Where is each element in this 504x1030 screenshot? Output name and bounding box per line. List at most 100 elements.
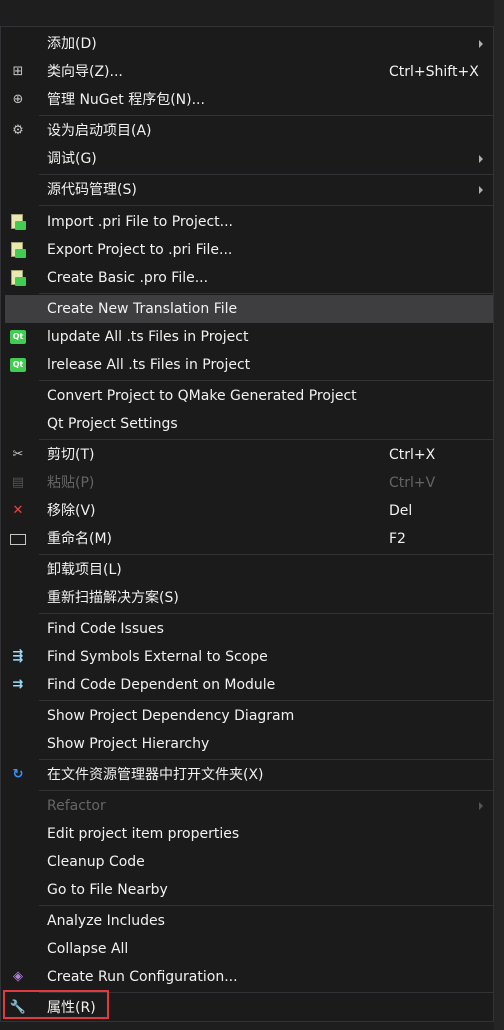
menu-separator [39, 439, 493, 440]
menu-item-label: Collapse All [47, 941, 129, 957]
menu-item-label: 设为启动项目(A) [47, 123, 152, 139]
menu-item-find-code-dependent[interactable]: ⇉ Find Code Dependent on Module [1, 671, 493, 699]
submenu-arrow-icon [479, 186, 483, 194]
menu-item-shortcut: Ctrl+Shift+X [389, 64, 479, 80]
menu-separator [39, 613, 493, 614]
menu-item-label: 重新扫描解决方案(S) [47, 590, 179, 606]
menu-item-dependency-diagram[interactable]: Show Project Dependency Diagram [1, 702, 493, 730]
menu-item-shortcut: Ctrl+X [389, 447, 436, 463]
menu-item-find-symbols-external[interactable]: ⇶ Find Symbols External to Scope [1, 643, 493, 671]
menu-item-label: Find Symbols External to Scope [47, 649, 268, 665]
menu-item-unload-project[interactable]: 卸载项目(L) [1, 556, 493, 584]
nuget-package-icon: ⊕ [12, 92, 24, 107]
menu-item-label: Qt Project Settings [47, 416, 178, 432]
menu-item-import-pri[interactable]: Import .pri File to Project... [1, 208, 493, 236]
menu-item-create-run-config[interactable]: ◈ Create Run Configuration... [1, 963, 493, 991]
menu-separator [39, 554, 493, 555]
menu-item-label: Show Project Hierarchy [47, 736, 210, 752]
qt-icon: Qt [9, 356, 27, 374]
menu-separator [39, 380, 493, 381]
menu-item-manage-nuget[interactable]: ⊕ 管理 NuGet 程序包(N)... [1, 86, 493, 114]
menu-item-shortcut: Ctrl+V [389, 475, 436, 491]
menu-item-project-hierarchy[interactable]: Show Project Hierarchy [1, 730, 493, 758]
menu-item-analyze-includes[interactable]: Analyze Includes [1, 907, 493, 935]
menu-item-create-translation[interactable]: Create New Translation File [5, 295, 493, 323]
menu-separator [39, 759, 493, 760]
menu-item-cleanup-code[interactable]: Cleanup Code [1, 848, 493, 876]
menu-separator [39, 905, 493, 906]
menu-item-label: Create New Translation File [47, 301, 238, 317]
import-pri-icon [9, 213, 27, 231]
menu-item-cut[interactable]: ✂ 剪切(T) Ctrl+X [1, 441, 493, 469]
rename-icon [9, 530, 27, 548]
menu-item-label: 调试(G) [47, 151, 97, 167]
menu-item-add[interactable]: 添加(D) [1, 30, 493, 58]
background-panel [494, 0, 504, 1030]
gear-icon: ⚙ [12, 123, 24, 138]
menu-item-set-startup[interactable]: ⚙ 设为启动项目(A) [1, 117, 493, 145]
menu-item-label: 移除(V) [47, 503, 96, 519]
menu-item-debug[interactable]: 调试(G) [1, 145, 493, 173]
menu-item-label: 卸载项目(L) [47, 562, 122, 578]
context-menu: 添加(D) ⊞ 类向导(Z)... Ctrl+Shift+X ⊕ 管理 NuGe… [0, 26, 494, 1022]
menu-item-lupdate[interactable]: Qt lupdate All .ts Files in Project [1, 323, 493, 351]
menu-item-lrelease[interactable]: Qt lrelease All .ts Files in Project [1, 351, 493, 379]
menu-separator [39, 205, 493, 206]
find-dependent-icon: ⇉ [12, 677, 24, 692]
menu-item-rescan-solution[interactable]: 重新扫描解决方案(S) [1, 584, 493, 612]
menu-item-label: Create Run Configuration... [47, 969, 238, 985]
menu-item-label: 管理 NuGet 程序包(N)... [47, 92, 205, 108]
menu-item-convert-qmake[interactable]: Convert Project to QMake Generated Proje… [1, 382, 493, 410]
menu-item-shortcut: Del [389, 503, 413, 519]
menu-item-label: 类向导(Z)... [47, 64, 123, 80]
submenu-arrow-icon [479, 155, 483, 163]
menu-item-shortcut: F2 [389, 531, 406, 547]
menu-item-label: Create Basic .pro File... [47, 270, 209, 286]
menu-separator [39, 174, 493, 175]
menu-item-label: Refactor [47, 798, 106, 814]
menu-item-open-in-explorer[interactable]: ↻ 在文件资源管理器中打开文件夹(X) [1, 761, 493, 789]
paste-icon: ▤ [11, 475, 25, 490]
scissors-icon: ✂ [12, 447, 24, 462]
menu-item-label: 添加(D) [47, 36, 97, 52]
menu-item-edit-item-properties[interactable]: Edit project item properties [1, 820, 493, 848]
menu-item-label: 在文件资源管理器中打开文件夹(X) [47, 767, 264, 783]
menu-item-remove[interactable]: ✕ 移除(V) Del [1, 497, 493, 525]
menu-item-label: Export Project to .pri File... [47, 242, 233, 258]
menu-item-paste[interactable]: ▤ 粘贴(P) Ctrl+V [1, 469, 493, 497]
menu-item-find-code-issues[interactable]: Find Code Issues [1, 615, 493, 643]
menu-item-label: 源代码管理(S) [47, 182, 137, 198]
menu-item-export-pri[interactable]: Export Project to .pri File... [1, 236, 493, 264]
properties-highlight-box [3, 990, 109, 1019]
menu-item-label: Go to File Nearby [47, 882, 168, 898]
menu-separator [39, 293, 493, 294]
menu-item-label: 粘贴(P) [47, 475, 95, 491]
menu-item-label: 重命名(M) [47, 531, 113, 547]
menu-item-collapse-all[interactable]: Collapse All [1, 935, 493, 963]
refresh-arrow-icon: ↻ [12, 767, 24, 782]
menu-item-create-pro[interactable]: Create Basic .pro File... [1, 264, 493, 292]
menu-item-label: lrelease All .ts Files in Project [47, 357, 251, 373]
find-symbols-icon: ⇶ [12, 649, 24, 664]
menu-item-label: Find Code Issues [47, 621, 164, 637]
remove-x-icon: ✕ [12, 503, 24, 518]
menu-item-label: 剪切(T) [47, 447, 95, 463]
menu-separator [39, 115, 493, 116]
menu-item-label: Analyze Includes [47, 913, 165, 929]
menu-item-label: Edit project item properties [47, 826, 240, 842]
menu-item-rename[interactable]: 重命名(M) F2 [1, 525, 493, 553]
menu-item-label: Show Project Dependency Diagram [47, 708, 295, 724]
qt-icon: Qt [9, 328, 27, 346]
menu-item-refactor[interactable]: Refactor [1, 792, 493, 820]
export-pri-icon [9, 241, 27, 259]
menu-item-source-control[interactable]: 源代码管理(S) [1, 176, 493, 204]
menu-item-qt-settings[interactable]: Qt Project Settings [1, 410, 493, 438]
class-wizard-icon: ⊞ [12, 64, 24, 79]
menu-item-class-wizard[interactable]: ⊞ 类向导(Z)... Ctrl+Shift+X [1, 58, 493, 86]
submenu-arrow-icon [479, 40, 483, 48]
menu-separator [39, 700, 493, 701]
menu-item-go-to-file-nearby[interactable]: Go to File Nearby [1, 876, 493, 904]
run-config-icon: ◈ [13, 969, 23, 984]
menu-item-label: Import .pri File to Project... [47, 214, 233, 230]
menu-separator [39, 790, 493, 791]
